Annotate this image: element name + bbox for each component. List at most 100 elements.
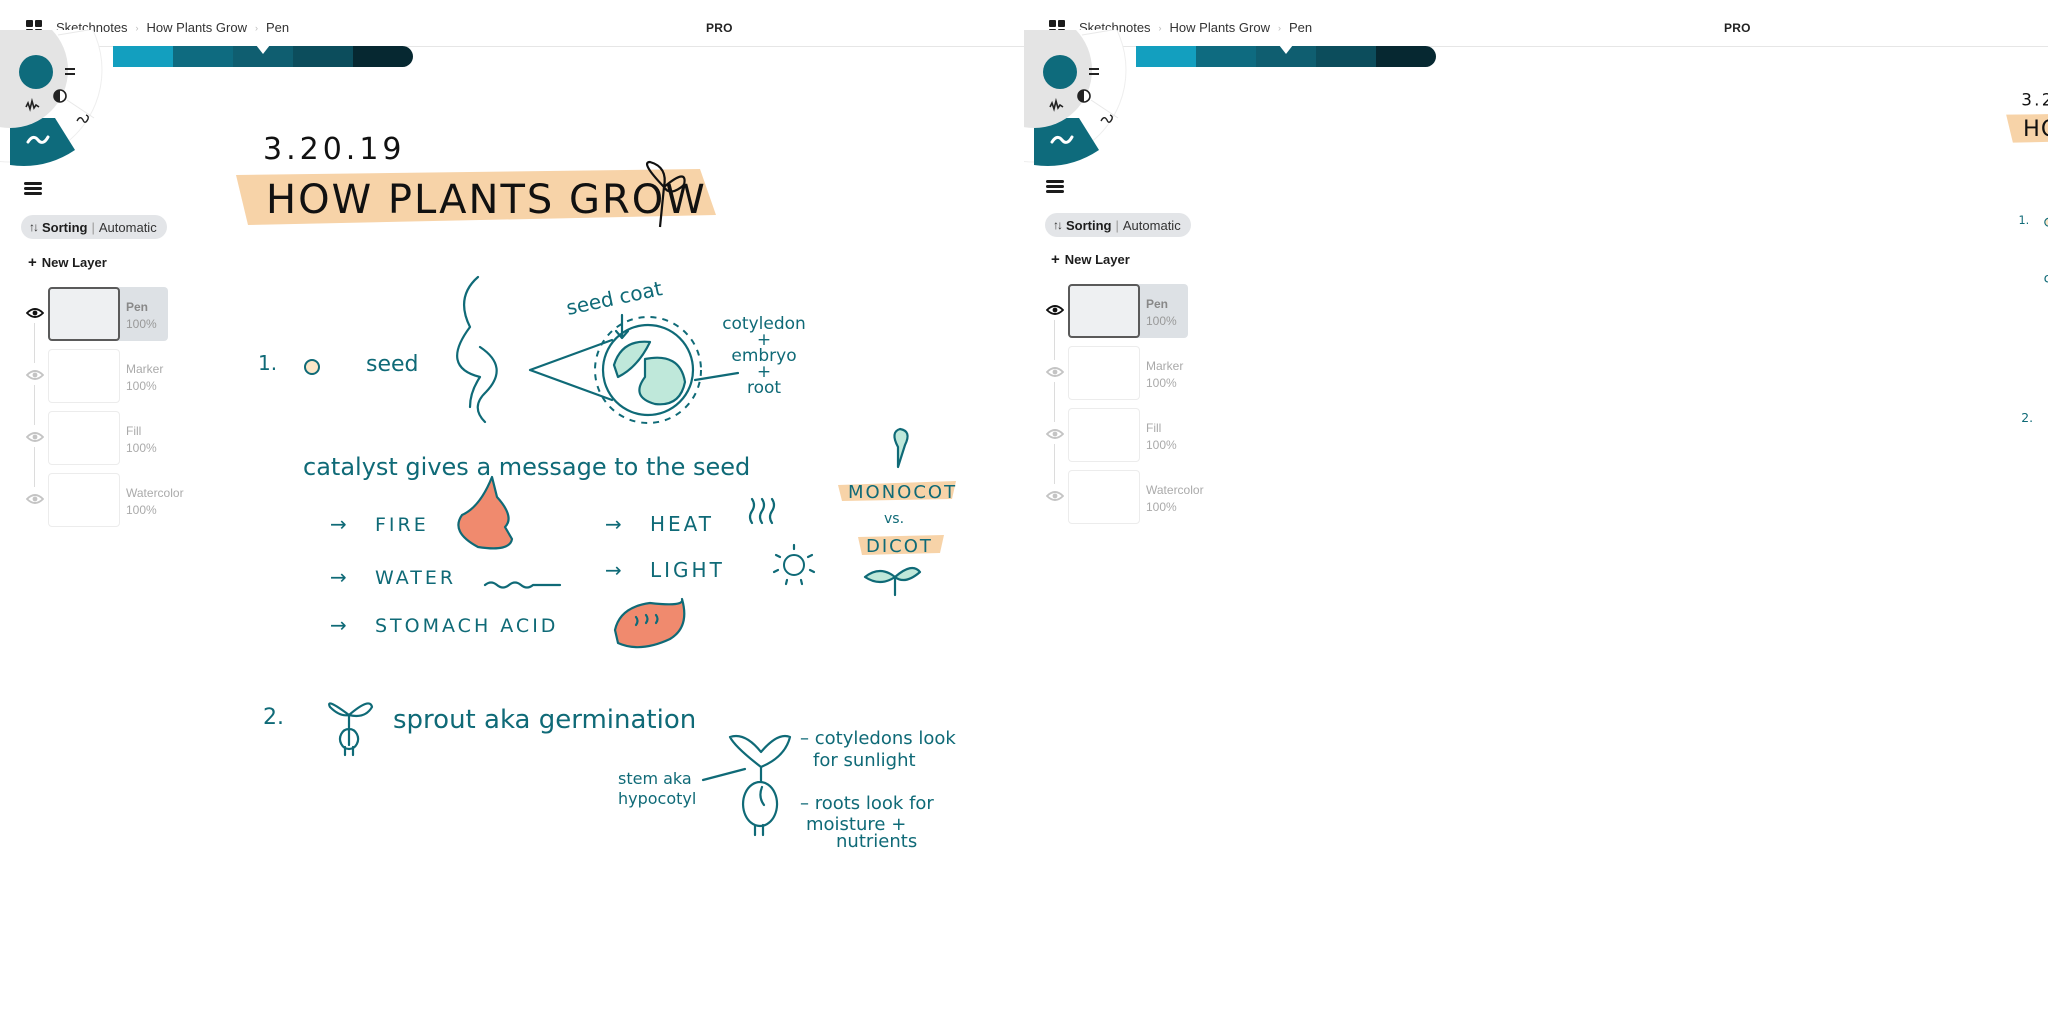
color-swatch[interactable] <box>233 45 293 67</box>
dicot-sprout-icon <box>863 566 922 597</box>
list-arrow: → <box>605 512 622 536</box>
breadcrumb-chevron-icon: › <box>135 22 139 33</box>
embryo-shape <box>638 356 687 406</box>
brush-settings-button[interactable] <box>60 62 80 82</box>
small-sprout-icon <box>328 702 374 757</box>
sorting-label: Sorting <box>42 219 88 235</box>
catalyst-stomach-acid: STOMACH ACID <box>375 615 558 637</box>
eye-hidden-icon[interactable] <box>1046 490 1064 502</box>
color-swatch[interactable] <box>173 46 233 67</box>
breadcrumb-chevron-icon: › <box>1158 22 1162 33</box>
sorting-label: Sorting <box>1066 217 1112 233</box>
color-swatch[interactable] <box>353 46 413 67</box>
layer-row-fill[interactable]: Fill 100% <box>26 411 157 465</box>
pro-badge[interactable]: PRO <box>1724 21 1751 35</box>
top-bar: Sketchnotes › How Plants Grow › Pen PRO <box>1024 0 2048 47</box>
sketch-date: 3.20.19 <box>2021 90 2048 110</box>
eye-hidden-icon[interactable] <box>1046 428 1064 440</box>
catalyst-line: catalyst gives a message to the seed <box>303 453 750 481</box>
active-tool-button[interactable] <box>1044 124 1094 164</box>
breadcrumb-chevron-icon: › <box>254 22 258 33</box>
current-color-button[interactable] <box>1043 55 1079 91</box>
drawing-canvas[interactable]: 3.20.19HOW PLANTS GROW1.seedseed coatcot… <box>0 47 1024 1024</box>
sorting-value: Automatic <box>98 219 157 235</box>
new-layer-label: New Layer <box>1064 252 1130 267</box>
color-swatch[interactable] <box>1316 46 1376 67</box>
sorting-toggle[interactable]: ↑↓ Sorting | Automatic <box>21 215 167 239</box>
sorting-toggle[interactable]: ↑↓ Sorting | Automatic <box>1045 213 1191 237</box>
stem-pointer <box>701 767 747 782</box>
layers-stack-icon[interactable] <box>1046 180 1064 196</box>
layer-row-fill[interactable]: Fill 100% <box>1046 408 1177 462</box>
breadcrumb-layer[interactable]: Pen <box>266 20 289 35</box>
stem-label-line-1: stem aka <box>618 769 692 788</box>
layer-opacity: 100% <box>1146 314 1177 328</box>
seed-stalk-lines <box>456 275 498 424</box>
breadcrumb-document[interactable]: How Plants Grow <box>1170 20 1270 35</box>
heat-waves-icon <box>748 497 776 525</box>
layer-name: Marker <box>1146 359 1184 373</box>
layers-stack-icon[interactable] <box>24 182 42 198</box>
layer-thumbnail <box>48 411 120 465</box>
section-1-number: 1. <box>258 351 277 375</box>
eye-hidden-icon[interactable] <box>26 493 44 505</box>
color-swatch[interactable] <box>293 46 353 67</box>
layer-thumbnail <box>1068 284 1140 338</box>
sketch-date: 3.20.19 <box>263 132 406 167</box>
pen-tool-button[interactable] <box>1094 110 1116 132</box>
sketch-title: HOW PLANTS GROW <box>266 177 707 223</box>
sorting-separator: | <box>91 219 95 235</box>
eye-hidden-icon[interactable] <box>26 431 44 443</box>
tool-wheel <box>0 30 130 190</box>
layer-row-marker[interactable]: Marker 100% <box>1046 346 1183 400</box>
color-swatch[interactable] <box>1196 46 1256 67</box>
new-layer-button[interactable]: + New Layer <box>1051 251 1130 268</box>
new-layer-button[interactable]: + New Layer <box>28 254 107 271</box>
breadcrumb-layer[interactable]: Pen <box>1289 20 1312 35</box>
sorting-value: Automatic <box>1122 217 1181 233</box>
opacity-button[interactable] <box>53 89 71 107</box>
roots-note-line-1: – roots look for <box>800 793 934 814</box>
layer-opacity: 100% <box>126 503 157 517</box>
sketch-drawing: 3.20.19HOW PLANTS GROW1.seedseed coatcot… <box>236 132 956 852</box>
list-arrow: → <box>605 558 622 582</box>
seed-label: seed <box>366 352 419 377</box>
eye-icon[interactable] <box>1046 304 1064 316</box>
active-tool-button[interactable] <box>20 124 70 164</box>
cotyledons-note-line-1: – cotyledons look <box>800 728 956 749</box>
brush-settings-button[interactable] <box>1084 62 1104 82</box>
pro-badge[interactable]: PRO <box>706 21 733 35</box>
pen-tool-button[interactable] <box>70 110 92 132</box>
eye-hidden-icon[interactable] <box>1046 366 1064 378</box>
catalyst-fire: FIRE <box>375 514 429 536</box>
roots-note-line-3: nutrients <box>836 831 917 852</box>
color-palette-bar <box>1136 45 1436 67</box>
layer-name: Pen <box>1146 297 1169 311</box>
embryo-label-line: root <box>747 378 781 398</box>
color-swatch[interactable] <box>1256 45 1316 67</box>
drawing-canvas[interactable]: 3.20.19HOW PLANTS GROW1.seedseed coatcot… <box>1024 47 2048 1024</box>
fire-icon <box>457 475 514 550</box>
brush-texture-button[interactable] <box>1044 100 1066 118</box>
current-color-button[interactable] <box>19 55 55 91</box>
water-icon <box>483 581 562 589</box>
plus-icon: + <box>28 254 37 271</box>
plus-icon: + <box>1051 251 1060 268</box>
layer-row-watercolor[interactable]: Watercolor 100% <box>26 473 184 527</box>
layer-row-pen[interactable]: Pen 100% <box>1046 284 1188 338</box>
eye-hidden-icon[interactable] <box>26 369 44 381</box>
layer-thumbnail <box>1068 470 1140 524</box>
eye-icon[interactable] <box>26 307 44 319</box>
brush-texture-button[interactable] <box>20 100 42 118</box>
layer-row-marker[interactable]: Marker 100% <box>26 349 163 403</box>
layer-row-watercolor[interactable]: Watercolor 100% <box>1046 470 1204 524</box>
layer-opacity: 100% <box>1146 438 1177 452</box>
layer-name: Marker <box>126 362 164 376</box>
opacity-button[interactable] <box>1077 89 1095 107</box>
sun-rays <box>772 543 816 586</box>
right-app-window: Sketchnotes › How Plants Grow › Pen PRO … <box>1024 0 2048 1024</box>
breadcrumb-document[interactable]: How Plants Grow <box>147 20 247 35</box>
color-swatch[interactable] <box>1376 46 1436 67</box>
catalyst-water: WATER <box>375 567 456 589</box>
layer-row-pen[interactable]: Pen 100% <box>26 287 168 341</box>
